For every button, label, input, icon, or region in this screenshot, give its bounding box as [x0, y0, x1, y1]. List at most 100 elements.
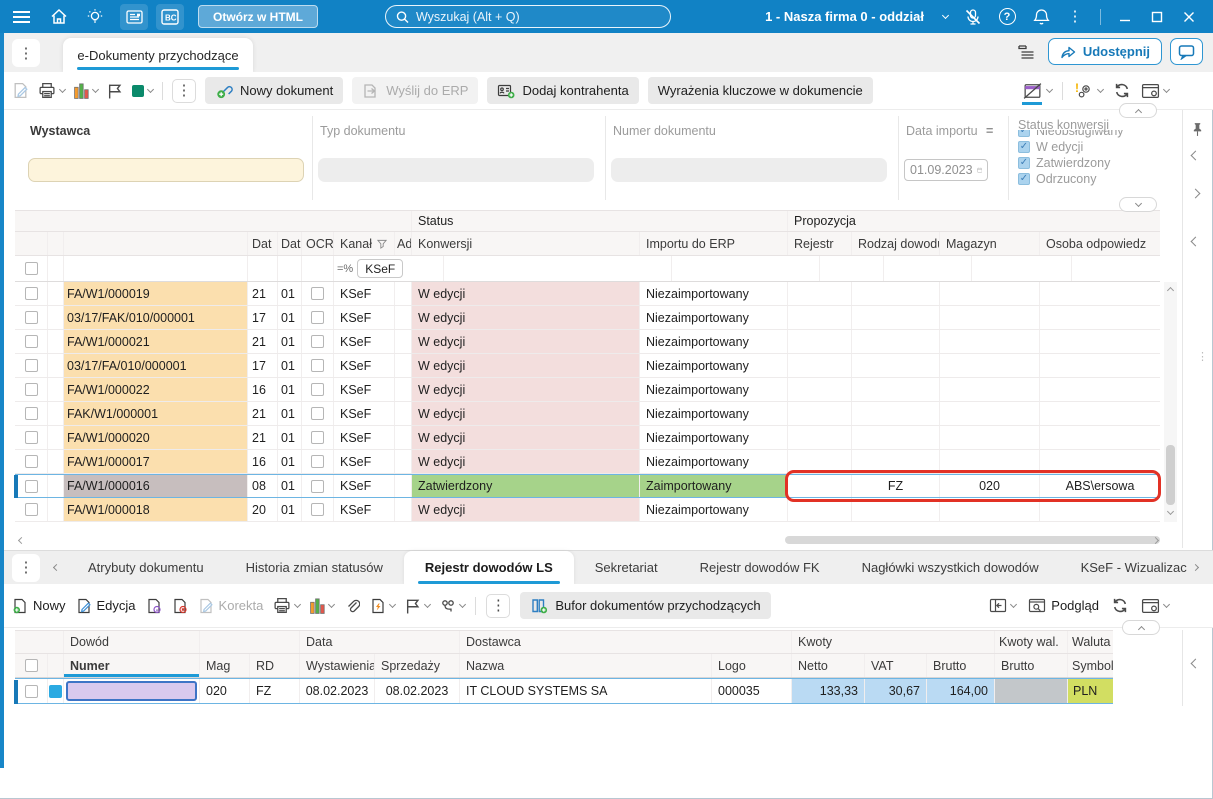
detail-edit-button[interactable]: Edycja	[76, 598, 136, 614]
table-row[interactable]: FAK/W1/000001 21 01 KSeF W edycji Niezai…	[15, 402, 1160, 426]
col-netto[interactable]: Netto	[792, 654, 865, 677]
detail-print-button[interactable]	[273, 597, 302, 614]
table-row[interactable]: FA/W1/000019 21 01 KSeF W edycji Niezaim…	[15, 282, 1160, 306]
filter-wystawca-input[interactable]	[28, 158, 304, 182]
flag-button[interactable]	[107, 83, 123, 99]
filter-data-importu-input[interactable]: 01.09.2023	[904, 159, 988, 181]
table-row-selected[interactable]: FA/W1/000016 08 01 KSeF Zatwierdzony Zai…	[15, 474, 1160, 498]
row-checkbox[interactable]	[24, 407, 38, 420]
col-vat[interactable]: VAT	[865, 654, 927, 677]
global-search[interactable]	[385, 5, 671, 28]
col-wystawienia[interactable]: Wystawienia	[300, 654, 375, 677]
grid-horizontal-scrollbar[interactable]	[15, 534, 1160, 546]
panel-next-icon[interactable]	[1190, 188, 1201, 199]
preview-button[interactable]: Podgląd	[1028, 598, 1099, 613]
ocr-checkbox[interactable]	[311, 311, 324, 324]
scrollbar-thumb[interactable]	[1166, 445, 1175, 505]
help-button[interactable]: ?	[992, 4, 1022, 30]
table-row[interactable]: FA/W1/000017 16 01 KSeF W edycji Niezaim…	[15, 450, 1160, 474]
ocr-checkbox[interactable]	[311, 479, 324, 493]
table-row[interactable]: FA/W1/000020 21 01 KSeF W edycji Niezaim…	[15, 426, 1160, 450]
filter-numer-input[interactable]	[611, 158, 887, 182]
tab-historia[interactable]: Historia zmian statusów	[225, 551, 404, 585]
ocr-checkbox[interactable]	[311, 503, 324, 516]
row-checkbox[interactable]	[24, 335, 38, 348]
tab-menu-button[interactable]: ⋮	[12, 39, 40, 67]
col-mag[interactable]: Mag	[200, 654, 250, 677]
ocr-checkbox[interactable]	[311, 335, 324, 348]
row-checkbox[interactable]	[24, 479, 38, 493]
status-option[interactable]: ✓ W edycji	[1018, 139, 1168, 155]
tips-button[interactable]	[80, 4, 110, 30]
detail-new-button[interactable]: Nowy	[12, 598, 66, 614]
col-ocr[interactable]: OCR	[302, 232, 334, 255]
col-rodzaj-dowodu[interactable]: Rodzaj dowodu	[852, 232, 940, 255]
columns-nav-left-icon[interactable]	[1190, 236, 1201, 247]
row-checkbox[interactable]	[24, 684, 38, 698]
col-numer[interactable]	[64, 232, 248, 255]
collapse-filters-button[interactable]	[1119, 103, 1157, 118]
related-records-button[interactable]	[440, 598, 467, 614]
detail-flag-button[interactable]	[405, 598, 432, 614]
status-option[interactable]: ✓ Zatwierdzony	[1018, 155, 1168, 171]
splitter-grip[interactable]: ⋮	[1197, 350, 1209, 363]
panel-position-button[interactable]	[989, 598, 1018, 613]
col-logo[interactable]: Logo	[712, 654, 792, 677]
tab-e-dokumenty[interactable]: e-Dokumenty przychodzące	[63, 38, 253, 72]
equals-operator-icon[interactable]: =	[986, 124, 993, 138]
ocr-checkbox[interactable]	[311, 359, 324, 372]
ocr-checkbox[interactable]	[311, 287, 324, 300]
row-checkbox[interactable]	[24, 383, 38, 396]
status-option[interactable]: ✓ Odrzucony	[1018, 171, 1168, 187]
scroll-left-icon[interactable]	[17, 536, 26, 544]
col-import-erp[interactable]: Importu do ERP	[640, 232, 788, 255]
scroll-up-icon[interactable]	[1166, 286, 1175, 295]
col-symbol[interactable]: Symbol	[1068, 654, 1113, 677]
filter-typ-input[interactable]	[318, 158, 594, 182]
row-checkbox[interactable]	[24, 431, 38, 444]
open-in-html-button[interactable]: Otwórz w HTML	[198, 5, 318, 28]
col-adres[interactable]: Ad	[395, 232, 412, 255]
edit-document-button[interactable]	[12, 82, 29, 99]
notifications-button[interactable]	[1026, 4, 1056, 30]
columns-nav-left-icon[interactable]	[1190, 658, 1201, 669]
attachments-button[interactable]	[344, 598, 361, 614]
doc-actions-button[interactable]	[370, 598, 397, 614]
minimize-button[interactable]	[1111, 5, 1139, 29]
add-contractor-button[interactable]: Dodaj kontrahenta	[487, 77, 639, 104]
doc-info-button[interactable]	[146, 598, 162, 614]
detail-grid-settings-button[interactable]	[1141, 598, 1171, 614]
comments-button[interactable]	[1170, 38, 1203, 65]
search-input[interactable]	[415, 9, 660, 24]
col-nazwa[interactable]: Nazwa	[460, 654, 712, 677]
home-button[interactable]	[44, 4, 74, 30]
table-row[interactable]: 03/17/FA/010/000001 17 01 KSeF W edycji …	[15, 354, 1160, 378]
col-data2[interactable]: Dat	[278, 232, 302, 255]
col-rd[interactable]: RD	[250, 654, 300, 677]
col-osoba[interactable]: Osoba odpowiedz	[1040, 232, 1160, 255]
kanal-filter-cell[interactable]: =% KSeF	[334, 256, 444, 281]
workspace-layout-button[interactable]	[1017, 44, 1036, 60]
doc-delete-button[interactable]	[172, 598, 188, 614]
automation-settings-button[interactable]: !	[1073, 82, 1105, 99]
tab-rejestr-ls[interactable]: Rejestr dowodów LS	[403, 550, 574, 585]
ocr-checkbox[interactable]	[311, 455, 324, 468]
detail-tabs-menu-button[interactable]: ⋮	[12, 553, 40, 582]
numer-edit-input[interactable]	[66, 681, 197, 701]
tab-ksef-wizualizacja[interactable]: KSeF - Wizualizac	[1060, 551, 1191, 585]
col-brutto-wal[interactable]: Brutto	[995, 654, 1068, 677]
main-menu-button[interactable]	[6, 4, 36, 30]
col-konwersji[interactable]: Konwersji	[412, 232, 640, 255]
filter-operator[interactable]: =%	[337, 263, 353, 275]
tabs-scroll-left-icon[interactable]	[52, 563, 61, 572]
grid-settings-button[interactable]	[1141, 83, 1171, 99]
chart-button[interactable]	[74, 82, 100, 99]
pin-icon[interactable]	[1192, 122, 1203, 137]
news-button[interactable]	[120, 3, 148, 30]
row-checkbox[interactable]	[24, 455, 38, 468]
status-option[interactable]: ✓ Nieobsługiwany	[1018, 130, 1168, 139]
refresh-button[interactable]	[1113, 82, 1131, 99]
filter-view-button[interactable]	[1022, 82, 1054, 105]
titlebar-more-button[interactable]: ⋮	[1060, 4, 1090, 30]
grid-vertical-scrollbar[interactable]	[1164, 282, 1177, 522]
